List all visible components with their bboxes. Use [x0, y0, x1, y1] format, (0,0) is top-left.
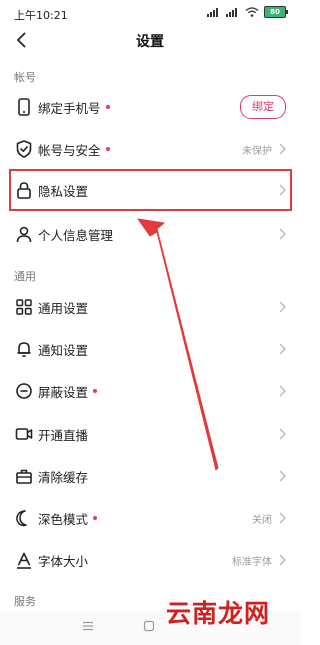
grid-icon	[16, 299, 32, 315]
row-font-size[interactable]: 字体大小 标准字体	[0, 538, 300, 582]
section-title-service: 服务	[14, 595, 36, 608]
red-dot-indicator	[93, 389, 98, 393]
chevron-right-icon	[279, 428, 287, 440]
battery-icon: 80	[264, 6, 288, 18]
chevron-right-icon	[279, 184, 287, 196]
section-title-general: 通用	[14, 270, 36, 283]
row-label: 通知设置	[38, 343, 89, 358]
row-bind-phone[interactable]: 绑定手机号 绑定	[0, 85, 300, 129]
row-block-settings[interactable]: 屏蔽设置	[0, 369, 300, 413]
page-title: 设置	[136, 34, 164, 50]
row-label: 隐私设置	[38, 184, 89, 199]
block-icon	[16, 383, 32, 399]
phone-icon	[18, 98, 30, 116]
lock-icon	[17, 182, 31, 199]
chevron-right-icon	[279, 143, 287, 155]
row-label: 字体大小	[38, 554, 89, 569]
row-notification-settings[interactable]: 通知设置	[0, 327, 300, 371]
row-value: 关闭	[252, 515, 272, 526]
wifi-icon	[245, 7, 259, 17]
row-personal-info[interactable]: 个人信息管理	[0, 212, 300, 256]
watermark-logo: 云南龙网	[166, 599, 271, 628]
home-icon[interactable]	[143, 620, 155, 632]
signal-icon	[207, 8, 218, 17]
status-icons: 80	[207, 6, 288, 18]
red-dot-indicator	[105, 147, 110, 151]
video-camera-icon	[15, 428, 33, 440]
row-privacy-settings[interactable]: 隐私设置	[0, 168, 300, 212]
signal-icon-2	[226, 8, 237, 17]
row-label: 通用设置	[38, 301, 89, 316]
chevron-right-icon	[279, 228, 287, 240]
row-value: 未保护	[242, 146, 272, 157]
chevron-right-icon	[279, 512, 287, 524]
status-time: 上午10:21	[14, 9, 68, 22]
moon-icon	[16, 510, 27, 527]
battery-level: 80	[270, 8, 280, 16]
row-dark-mode[interactable]: 深色模式 关闭	[0, 496, 300, 540]
row-general-settings[interactable]: 通用设置	[0, 285, 300, 329]
status-bar: 上午10:21 80	[0, 0, 300, 28]
row-label: 屏蔽设置	[38, 382, 98, 401]
row-label: 清除缓存	[38, 470, 89, 485]
chevron-right-icon	[279, 554, 287, 566]
top-bar: 设置	[0, 28, 300, 54]
section-title-account: 帐号	[14, 71, 36, 84]
row-label: 深色模式	[38, 509, 98, 528]
chevron-right-icon	[279, 385, 287, 397]
menu-icon[interactable]	[82, 621, 94, 631]
chevron-right-icon	[279, 301, 287, 313]
row-clear-cache[interactable]: 清除缓存	[0, 454, 300, 498]
row-label: 开通直播	[38, 428, 89, 443]
row-label: 绑定手机号	[38, 98, 110, 117]
red-dot-indicator	[93, 516, 98, 520]
shield-icon	[16, 140, 32, 158]
chevron-right-icon	[279, 470, 287, 482]
row-start-live[interactable]: 开通直播	[0, 412, 300, 456]
person-icon	[16, 226, 32, 243]
font-icon	[17, 552, 31, 569]
bell-icon	[17, 342, 31, 357]
row-label: 个人信息管理	[38, 228, 114, 243]
row-label: 帐号与安全	[38, 140, 110, 159]
row-account-security[interactable]: 帐号与安全 未保护	[0, 127, 300, 171]
bind-phone-button[interactable]: 绑定	[240, 95, 286, 119]
row-value: 标准字体	[232, 557, 272, 568]
box-icon	[16, 469, 32, 484]
chevron-right-icon	[279, 343, 287, 355]
red-dot-indicator	[105, 105, 110, 109]
